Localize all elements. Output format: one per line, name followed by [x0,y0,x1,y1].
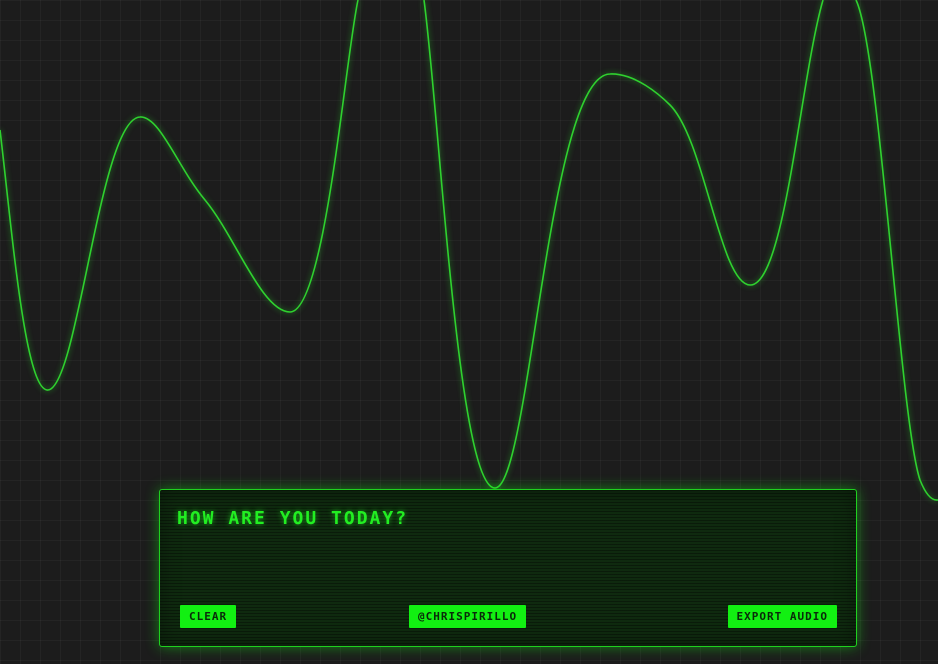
clear-button[interactable]: CLEAR [180,605,237,628]
waveform-line [0,0,938,501]
export-audio-button[interactable]: EXPORT AUDIO [727,605,837,628]
chrispirillo-link-button[interactable]: @CHRISPIRILLO [409,605,527,628]
phrase-panel: HOW ARE YOU TODAY? CLEAR @CHRISPIRILLO E… [159,489,857,647]
oscilloscope-canvas: HOW ARE YOU TODAY? CLEAR @CHRISPIRILLO E… [0,0,938,664]
prompt-text[interactable]: HOW ARE YOU TODAY? [177,508,408,529]
